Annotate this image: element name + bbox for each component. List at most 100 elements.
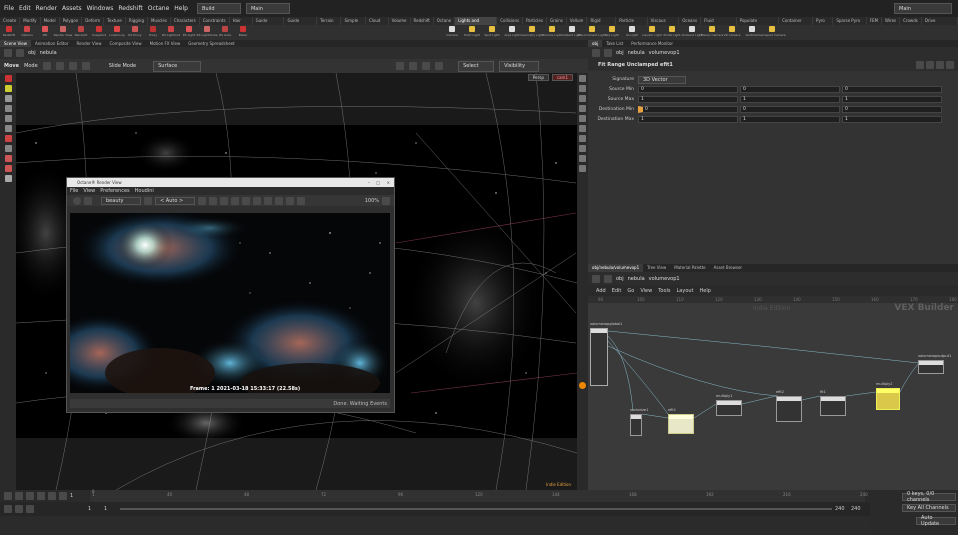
param-field-3-1[interactable]: 1 xyxy=(740,116,840,123)
left-tab-3[interactable]: Composite View xyxy=(106,40,146,47)
param-field-2-0[interactable]: 0 xyxy=(638,106,738,113)
light-icon[interactable] xyxy=(4,85,12,92)
back-icon[interactable] xyxy=(4,49,12,57)
node-globals[interactable] xyxy=(590,328,608,386)
current-frame[interactable]: 1 xyxy=(70,493,90,499)
help-icon[interactable] xyxy=(926,61,934,69)
param-path-node[interactable]: nebula xyxy=(628,50,645,56)
first-frame-icon[interactable] xyxy=(4,492,12,500)
shelf-tab-23[interactable]: Vellum xyxy=(567,17,588,25)
light-display-icon[interactable] xyxy=(579,85,586,92)
shelf-tab-0[interactable]: Create xyxy=(0,17,21,25)
stop-icon[interactable] xyxy=(84,196,92,205)
param-field-1-2[interactable]: 1 xyxy=(842,96,942,103)
net-menu-5[interactable]: Layout xyxy=(677,288,694,294)
net-back-icon[interactable] xyxy=(592,274,600,283)
shelf-tab-4[interactable]: Deform xyxy=(82,17,105,25)
node-vectorize[interactable] xyxy=(630,414,642,436)
stop-play-icon[interactable] xyxy=(26,492,34,500)
range-start2[interactable]: 1 xyxy=(104,506,107,512)
light-tool-11[interactable]: Portal Light xyxy=(662,25,682,40)
pose-icon[interactable] xyxy=(4,135,12,142)
snap-icon[interactable] xyxy=(68,62,77,70)
view-tool-icon[interactable] xyxy=(4,145,12,152)
rw-menu-file[interactable]: File xyxy=(70,188,78,194)
net-path-obj[interactable]: obj xyxy=(616,276,624,282)
keys-dropdown[interactable]: 0 keys, 0/0 channels xyxy=(902,491,956,503)
shelf-tab-12[interactable]: Guide Brushes xyxy=(284,17,318,31)
lasso-icon[interactable] xyxy=(435,62,444,70)
net-menu-6[interactable]: Help xyxy=(700,288,711,294)
param-back-icon[interactable] xyxy=(592,49,600,57)
display-options-icon[interactable] xyxy=(579,75,586,82)
snap-grid-icon[interactable] xyxy=(579,155,586,162)
shelf-tool-6[interactable]: LineGroup xyxy=(108,25,126,40)
shelf-tab-1[interactable]: Modify xyxy=(20,17,41,25)
shelf-tab-15[interactable]: Cloud FX xyxy=(366,17,389,31)
param-field-2-2[interactable]: 0 xyxy=(842,106,942,113)
circle-icon[interactable] xyxy=(242,196,250,205)
shelf-tab-34[interactable]: Wires xyxy=(882,17,901,25)
range-end[interactable]: 240 xyxy=(835,506,845,512)
camera-tool-icon[interactable] xyxy=(4,175,12,182)
play-forward-icon[interactable] xyxy=(37,492,45,500)
param-forward-icon[interactable] xyxy=(604,49,612,57)
range-slider[interactable] xyxy=(120,508,832,510)
key-all-button[interactable]: Key All Channels xyxy=(902,504,956,512)
select-dropdown[interactable]: Select xyxy=(458,60,495,72)
param-field-3-2[interactable]: 1 xyxy=(842,116,942,123)
net-path-vop[interactable]: volumevop1 xyxy=(649,276,680,282)
light-tool-5[interactable]: Volume Light xyxy=(542,25,562,40)
shelf-tab-27[interactable]: Oceans xyxy=(679,17,702,25)
restart-icon[interactable] xyxy=(220,196,228,205)
path-node[interactable]: nebula xyxy=(40,50,57,56)
node-fit1[interactable] xyxy=(820,396,846,416)
shelf-tool-0[interactable]: Redshift xyxy=(0,25,18,40)
light-tool-8[interactable]: Sky Light xyxy=(602,25,622,40)
shelf-tab-2[interactable]: Model xyxy=(41,17,60,25)
scale-tool-icon[interactable] xyxy=(4,125,12,132)
pause-icon[interactable] xyxy=(209,196,217,205)
channel-dropdown[interactable]: beauty xyxy=(101,196,141,205)
param-field-0-2[interactable]: 0 xyxy=(842,86,942,93)
net-menu-3[interactable]: View xyxy=(640,288,652,294)
right-tab-1[interactable]: Take List xyxy=(602,40,627,47)
camera-lock-icon[interactable] xyxy=(579,165,586,172)
target-icon[interactable] xyxy=(253,196,261,205)
shelf-tool-11[interactable]: RS Lightdome xyxy=(197,25,217,40)
align-icon[interactable] xyxy=(81,62,90,70)
auto-update-dropdown[interactable]: Auto Update xyxy=(916,515,956,527)
signature-dropdown[interactable]: 3D Vector xyxy=(638,75,686,84)
light-tool-13[interactable]: Stereo Camera xyxy=(701,25,723,40)
left-tab-2[interactable]: Render View xyxy=(72,40,105,47)
shelf-tool-13[interactable]: Baker xyxy=(234,25,252,40)
path-obj[interactable]: obj xyxy=(28,50,36,56)
shelf-tool-7[interactable]: RS Proxy xyxy=(126,25,144,40)
texture-icon[interactable] xyxy=(579,115,586,122)
net-path-node[interactable]: nebula xyxy=(628,276,645,282)
menu-edit[interactable]: Edit xyxy=(19,5,31,12)
menu-windows[interactable]: Windows xyxy=(87,5,114,12)
range-end2[interactable]: 240 xyxy=(851,506,861,512)
shelf-tab-16[interactable]: Volume xyxy=(389,17,411,25)
paint-icon[interactable] xyxy=(4,165,12,172)
prev-key-icon[interactable] xyxy=(15,492,23,500)
shelf-tab-19[interactable]: Lights and Cameras xyxy=(455,17,498,31)
shelf-tab-35[interactable]: Crowds xyxy=(900,17,922,25)
magnet-icon[interactable] xyxy=(4,155,12,162)
left-tab-4[interactable]: Motion FX View xyxy=(146,40,185,47)
shelf-tab-28[interactable]: Fluid Containers xyxy=(701,17,737,31)
param-field-3-0[interactable]: 1 xyxy=(638,116,738,123)
shelf-tab-32[interactable]: Sparse Pyro FX xyxy=(833,17,867,31)
timeline-ruler[interactable]: 1 8 40 48 72 96 120 144 168 192 216 240 xyxy=(90,489,868,502)
surface-dropdown[interactable]: Surface xyxy=(153,60,202,72)
shelf-tool-12[interactable]: RS Area xyxy=(216,25,234,40)
loop-icon[interactable] xyxy=(15,505,23,513)
node-efit2[interactable] xyxy=(776,396,802,422)
left-tab-1[interactable]: Animation Editor xyxy=(31,40,73,47)
shelf-tab-14[interactable]: Simple FX xyxy=(341,17,367,31)
tool-mode[interactable]: Mode xyxy=(24,63,38,69)
menu-help[interactable]: Help xyxy=(174,5,188,12)
light-tool-16[interactable]: Gamepad Camera xyxy=(758,25,786,40)
light-tool-10[interactable]: Caustic Light xyxy=(642,25,662,40)
